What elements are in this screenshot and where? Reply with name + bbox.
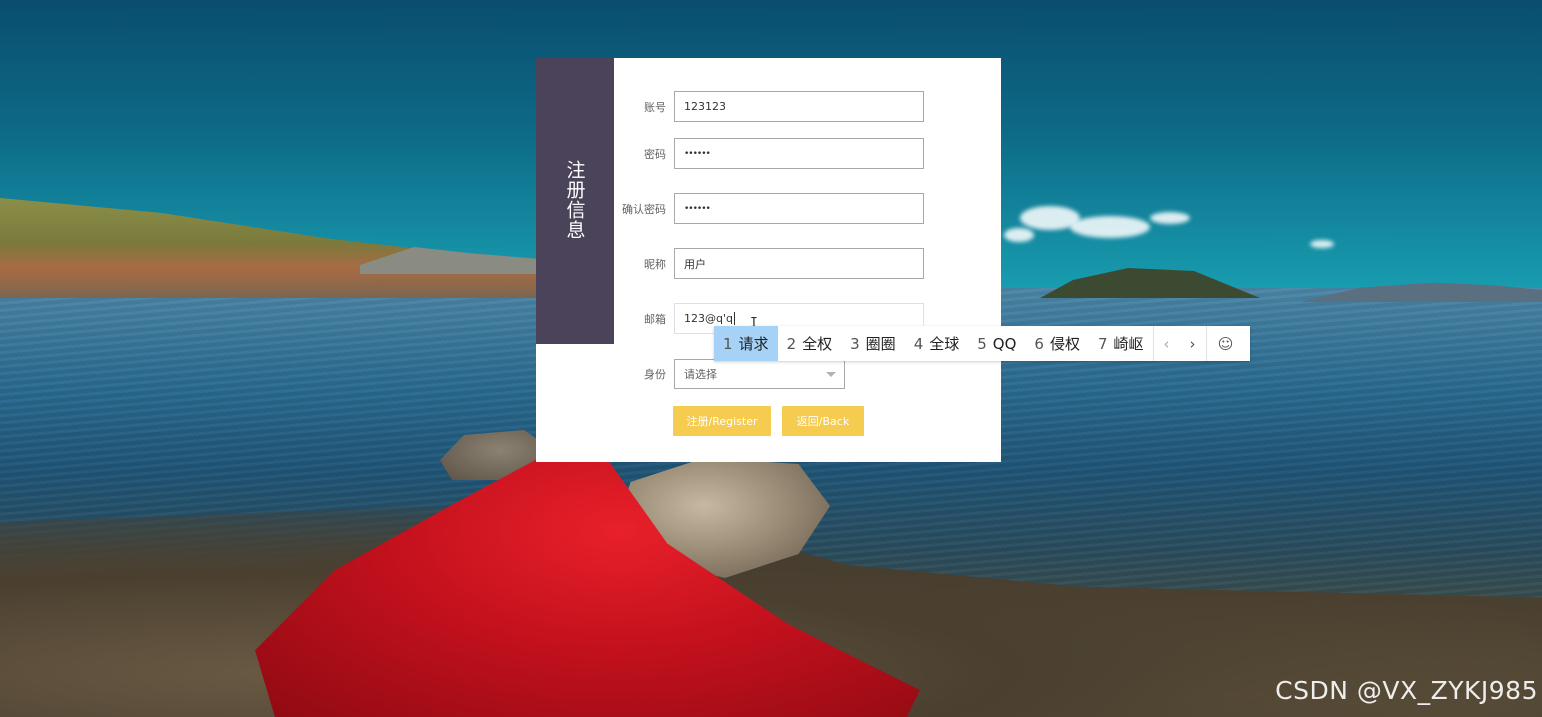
- register-card: 注册信息 账号 123123 密码 •••••• 确认密码 •••••• 昵称 …: [536, 58, 1001, 462]
- candidate-number: 2: [786, 334, 797, 353]
- confirm-password-row: 确认密码 ••••••: [614, 193, 924, 224]
- ime-candidate[interactable]: 1 请求: [714, 326, 778, 361]
- nickname-label: 昵称: [644, 257, 666, 271]
- password-input[interactable]: ••••••: [674, 138, 924, 169]
- candidate-text: 请求: [738, 335, 769, 353]
- password-row: 密码 ••••••: [614, 138, 924, 169]
- side-panel: 注册信息: [536, 58, 614, 344]
- candidate-text: 圈圈: [865, 335, 896, 353]
- cloud: [1150, 212, 1190, 224]
- ime-candidate[interactable]: 3 圈圈: [841, 326, 905, 361]
- back-button[interactable]: 返回/Back: [782, 406, 864, 436]
- ime-candidate[interactable]: 4 全球: [905, 326, 969, 361]
- watermark: CSDN @VX_ZYKJ985: [1275, 676, 1538, 705]
- text-caret: [733, 312, 735, 325]
- cloud: [1310, 240, 1334, 248]
- cloud: [1004, 228, 1034, 242]
- password-value: ••••••: [684, 148, 711, 159]
- role-placeholder: 请选择: [684, 367, 717, 381]
- email-label: 邮箱: [644, 312, 666, 326]
- chevron-right-icon[interactable]: ›: [1180, 326, 1206, 361]
- nickname-value: 用户: [684, 257, 706, 271]
- candidate-number: 4: [913, 334, 924, 353]
- ime-candidate[interactable]: 2 全权: [778, 326, 842, 361]
- confirm-password-label: 确认密码: [622, 202, 666, 216]
- ime-candidate[interactable]: 6 侵权: [1025, 326, 1089, 361]
- candidate-text: 全权: [802, 335, 833, 353]
- email-value: 123@q'q: [684, 312, 733, 325]
- confirm-password-input[interactable]: ••••••: [674, 193, 924, 224]
- chevron-down-icon: [826, 371, 836, 377]
- ime-candidate[interactable]: 5 QQ: [968, 326, 1025, 361]
- role-row: 身份 请选择: [614, 358, 845, 389]
- nickname-row: 昵称 用户: [614, 248, 924, 279]
- candidate-text: QQ: [992, 334, 1017, 353]
- candidate-number: 6: [1034, 334, 1044, 353]
- candidate-number: 1: [723, 334, 733, 353]
- candidate-number: 5: [977, 334, 987, 353]
- candidate-text: 崎岖: [1113, 335, 1144, 353]
- account-input[interactable]: 123123: [674, 91, 924, 122]
- cloud: [1070, 216, 1150, 238]
- background-scene: 注册信息 账号 123123 密码 •••••• 确认密码 •••••• 昵称 …: [0, 0, 1542, 717]
- ime-candidate[interactable]: 7 崎岖: [1089, 326, 1153, 361]
- ime-candidate-bar: 1 请求 2 全权 3 圈圈 4 全球 5 QQ 6 侵权 7 崎岖 ‹ › ☺: [714, 326, 1250, 361]
- register-button[interactable]: 注册/Register: [673, 406, 771, 436]
- account-value: 123123: [684, 100, 726, 113]
- candidate-number: 3: [850, 334, 860, 353]
- confirm-password-value: ••••••: [684, 203, 711, 214]
- candidate-number: 7: [1097, 334, 1108, 353]
- role-select[interactable]: 请选择: [674, 358, 845, 389]
- candidate-text: 全球: [929, 335, 960, 353]
- account-row: 账号 123123: [614, 91, 924, 122]
- side-title: 注册信息: [563, 160, 586, 240]
- emoji-icon[interactable]: ☺: [1205, 326, 1245, 361]
- nickname-input[interactable]: 用户: [674, 248, 924, 279]
- candidate-text: 侵权: [1049, 335, 1080, 353]
- role-label: 身份: [644, 367, 666, 381]
- password-label: 密码: [644, 147, 666, 161]
- account-label: 账号: [644, 100, 666, 114]
- chevron-left-icon[interactable]: ‹: [1152, 326, 1180, 361]
